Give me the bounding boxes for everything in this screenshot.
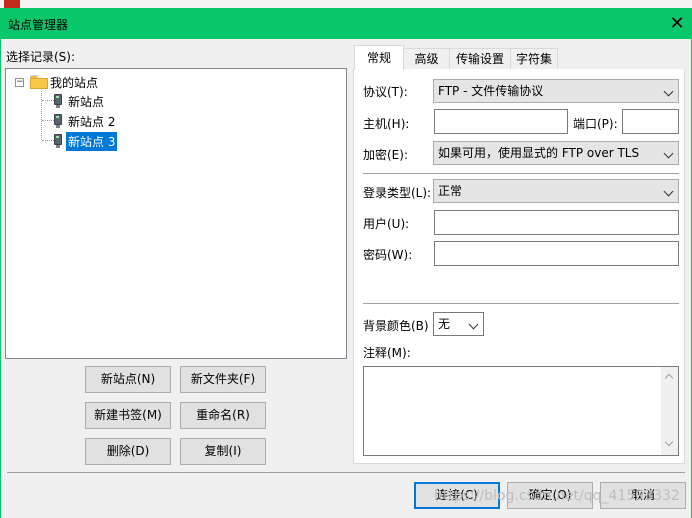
close-icon[interactable]: ✕ [662,8,692,39]
chevron-down-icon [663,86,674,97]
tab-general[interactable]: 常规 [354,45,404,70]
rename-button[interactable]: 重命名(R) [180,402,266,429]
tab-charset[interactable]: 字符集 [510,48,558,70]
background-window-strip [0,0,692,8]
new-bookmark-button[interactable]: 新建书签(M) [85,402,171,429]
bg-color-select[interactable]: 无 [433,312,484,336]
divider [363,173,679,174]
logon-type-label: 登录类型(L): [363,186,432,200]
window-title: 站点管理器 [8,18,69,32]
port-input[interactable] [622,109,679,134]
logon-type-select[interactable]: 正常 [433,179,679,203]
chevron-down-icon [663,186,674,197]
password-input[interactable] [434,241,679,266]
delete-button[interactable]: 删除(D) [85,438,171,465]
server-icon [54,134,62,148]
folder-icon [30,75,48,89]
encryption-label: 加密(E): [363,148,408,162]
tree-root-label[interactable]: 我的站点 [50,74,98,91]
tree-item-site-2[interactable]: 新站点 2 [68,113,115,130]
app-icon [4,0,20,8]
protocol-value: FTP - 文件传输协议 [438,84,544,98]
tab-transfer-settings[interactable]: 传输设置 [449,48,511,70]
new-folder-button[interactable]: 新文件夹(F) [180,366,266,393]
protocol-select[interactable]: FTP - 文件传输协议 [433,79,679,103]
password-label: 密码(W): [363,248,413,262]
bg-color-label: 背景颜色(B) [363,319,429,333]
site-tree[interactable]: − 我的站点 新站点 新站点 2 新站点 3 [5,68,347,359]
scrollbar[interactable] [661,367,678,455]
encryption-select[interactable]: 如果可用，使用显式的 FTP over TLS [433,141,679,165]
title-bar: 站点管理器 ✕ [0,8,692,39]
tree-connector [41,91,42,140]
protocol-label: 协议(T): [363,85,408,99]
user-label: 用户(U): [363,217,410,231]
tree-item-site-3[interactable]: 新站点 3 [66,132,118,151]
new-site-button[interactable]: 新站点(N) [85,366,171,393]
chevron-down-icon [468,319,479,330]
host-label: 主机(H): [363,117,410,131]
chevron-up-icon[interactable] [664,373,674,383]
tree-item-site-1[interactable]: 新站点 [68,93,104,110]
server-icon [54,94,62,108]
chevron-down-icon [663,148,674,159]
port-label: 端口(P): [573,117,618,131]
server-icon [54,114,62,128]
ok-button[interactable]: 确定(O) [507,482,593,509]
select-entry-label: 选择记录(S): [6,50,76,64]
tab-advanced[interactable]: 高级 [403,48,450,70]
footer-divider [7,472,685,473]
bg-color-value: 无 [438,317,451,331]
connect-button[interactable]: 连接(C) [414,482,500,509]
user-input[interactable] [434,210,679,235]
encryption-value: 如果可用，使用显式的 FTP over TLS [438,146,640,160]
host-input[interactable] [434,109,568,134]
collapse-icon[interactable]: − [15,78,24,87]
chevron-down-icon[interactable] [664,437,674,447]
logon-type-value: 正常 [438,184,463,198]
comments-label: 注释(M): [363,346,411,360]
copy-button[interactable]: 复制(I) [180,438,266,465]
comments-textarea[interactable] [363,366,679,456]
cancel-button[interactable]: 取消 [600,482,686,509]
divider [363,303,679,304]
